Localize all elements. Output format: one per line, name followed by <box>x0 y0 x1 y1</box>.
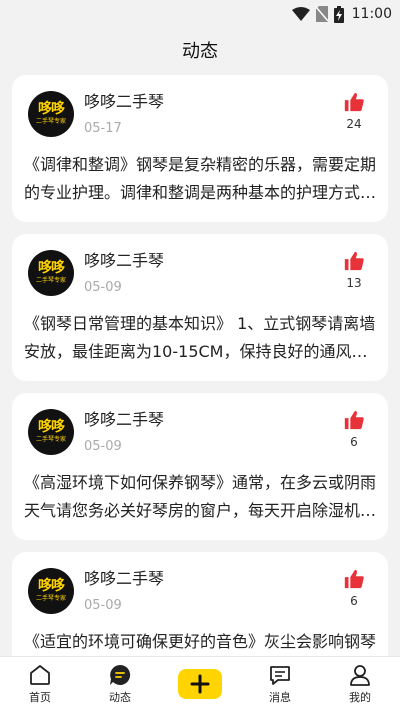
tab-feed[interactable]: 动态 <box>90 663 150 705</box>
wifi-icon <box>291 7 310 21</box>
status-bar: 11:00 <box>0 0 400 28</box>
logo-main-text: 哆哆 <box>38 419 65 435</box>
post-date: 05-09 <box>84 280 122 295</box>
logo-main-text: 哆哆 <box>38 260 65 276</box>
post-author[interactable]: 哆哆二手琴 <box>84 568 334 590</box>
like-button[interactable]: 6 <box>334 568 374 608</box>
avatar[interactable]: 哆哆 二手琴专家 <box>28 568 74 614</box>
post-author[interactable]: 哆哆二手琴 <box>84 409 334 431</box>
logo-sub-text: 二手琴专家 <box>35 277 66 284</box>
logo-sub-text: 二手琴专家 <box>35 595 66 602</box>
tab-messages-label: 消息 <box>269 691 291 704</box>
thumbs-up-icon <box>343 250 365 272</box>
post-date: 05-17 <box>84 121 122 136</box>
post-content[interactable]: 《钢琴日常管理的基本知识》 1、立式钢琴请离墙安放，最佳距离为10-15CM，保… <box>24 310 378 366</box>
no-sim-icon <box>315 6 328 22</box>
post-content[interactable]: 《调律和整调》钢琴是复杂精密的乐器，需要定期的专业护理。调律和整调是两种基本的护… <box>24 151 378 207</box>
post-card[interactable]: 哆哆 二手琴专家 哆哆二手琴 05-17 24 《调律和整调》钢琴是复杂精密的乐… <box>12 75 388 222</box>
tab-feed-label: 动态 <box>109 691 131 704</box>
logo-main-text: 哆哆 <box>38 578 65 594</box>
tab-messages[interactable]: 消息 <box>250 663 310 705</box>
thumbs-up-icon <box>343 409 365 431</box>
post-card[interactable]: 哆哆 二手琴专家 哆哆二手琴 05-09 6 《适宜的环境可确保更好的音色》灰尘… <box>12 552 388 656</box>
tab-mine[interactable]: 我的 <box>330 663 390 705</box>
bottom-tab-bar: 首页 动态 消息 我的 <box>0 656 400 711</box>
like-count: 6 <box>350 435 358 449</box>
user-icon <box>348 663 372 687</box>
avatar[interactable]: 哆哆 二手琴专家 <box>28 250 74 296</box>
logo-sub-text: 二手琴专家 <box>35 436 66 443</box>
chat-bubble-filled-icon <box>108 663 132 687</box>
publish-button[interactable] <box>178 669 222 699</box>
post-content[interactable]: 《高湿环境下如何保养钢琴》通常，在多云或阴雨天气请您务必关好琴房的窗户，每天开启… <box>24 469 378 525</box>
page-header: 动态 <box>0 28 400 72</box>
tab-mine-label: 我的 <box>349 691 371 704</box>
like-count: 13 <box>346 276 362 290</box>
page-title: 动态 <box>182 41 218 62</box>
logo-sub-text: 二手琴专家 <box>35 118 66 125</box>
like-button[interactable]: 6 <box>334 409 374 449</box>
feed-list[interactable]: 哆哆 二手琴专家 哆哆二手琴 05-17 24 《调律和整调》钢琴是复杂精密的乐… <box>12 75 388 656</box>
post-author[interactable]: 哆哆二手琴 <box>84 250 334 272</box>
plus-icon <box>190 674 210 694</box>
tab-publish[interactable] <box>170 669 230 699</box>
thumbs-up-icon <box>343 568 365 590</box>
home-icon <box>28 663 52 687</box>
like-button[interactable]: 13 <box>334 250 374 290</box>
post-author[interactable]: 哆哆二手琴 <box>84 91 334 113</box>
thumbs-up-icon <box>343 91 365 113</box>
battery-charging-icon <box>333 5 344 23</box>
post-content[interactable]: 《适宜的环境可确保更好的音色》灰尘会影响钢琴的音色 <box>24 628 378 656</box>
post-date: 05-09 <box>84 439 122 454</box>
post-card[interactable]: 哆哆 二手琴专家 哆哆二手琴 05-09 13 《钢琴日常管理的基本知识》 1、… <box>12 234 388 381</box>
like-count: 6 <box>350 594 358 608</box>
like-count: 24 <box>346 117 362 131</box>
post-date: 05-09 <box>84 598 122 613</box>
status-time: 11:00 <box>351 6 392 22</box>
avatar[interactable]: 哆哆 二手琴专家 <box>28 409 74 455</box>
message-icon <box>268 663 292 687</box>
post-card[interactable]: 哆哆 二手琴专家 哆哆二手琴 05-09 6 《高湿环境下如何保养钢琴》通常，在… <box>12 393 388 540</box>
like-button[interactable]: 24 <box>334 91 374 131</box>
avatar[interactable]: 哆哆 二手琴专家 <box>28 91 74 137</box>
logo-main-text: 哆哆 <box>38 101 65 117</box>
tab-home[interactable]: 首页 <box>10 663 70 705</box>
tab-home-label: 首页 <box>29 691 51 704</box>
